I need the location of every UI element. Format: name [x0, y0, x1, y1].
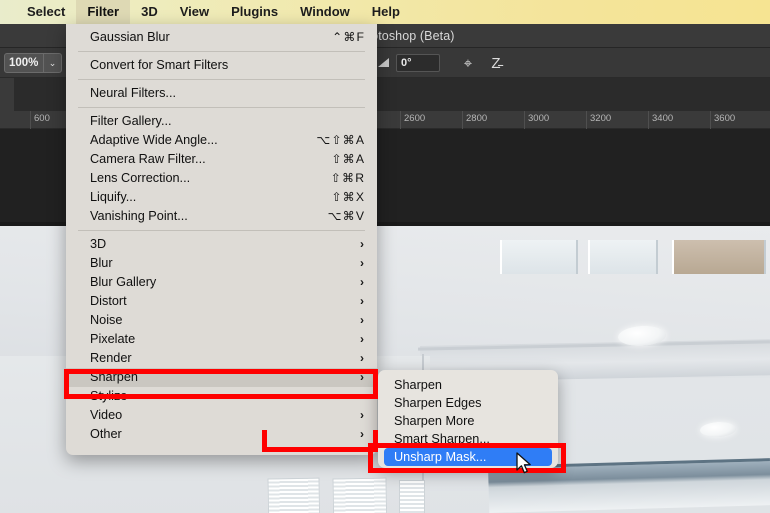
filter-menu-item-render[interactable]: Render ›: [66, 349, 377, 368]
filter-menu-item-blur-gallery[interactable]: Blur Gallery ›: [66, 273, 377, 292]
filter-menu-item-neural-filters[interactable]: Neural Filters...: [66, 84, 377, 103]
photo-blinds-3: [399, 480, 425, 513]
annotation-box-unsharp-mask: [368, 443, 566, 473]
filter-menu-item-gaussian-blur[interactable]: Gaussian Blur ⌃⌘F: [66, 28, 377, 47]
menubar-item-help[interactable]: Help: [361, 0, 411, 24]
menubar-item-view[interactable]: View: [169, 0, 220, 24]
angle-icon: [378, 58, 389, 67]
menu-item-label: Video: [90, 408, 123, 422]
ruler-label: 600: [34, 113, 50, 124]
ruler-label: 3400: [652, 113, 674, 124]
chevron-right-icon: ›: [360, 275, 364, 289]
filter-menu-item-noise[interactable]: Noise ›: [66, 311, 377, 330]
photo-blinds-2: [332, 477, 388, 513]
menu-item-label: 3D: [90, 237, 107, 251]
chevron-right-icon: ›: [360, 237, 364, 251]
menubar-item-select[interactable]: Select: [16, 0, 76, 24]
photo-window-pane-2: [588, 240, 658, 274]
chevron-right-icon: ›: [360, 313, 364, 327]
filter-menu-item-vanishing-point[interactable]: Vanishing Point... ⌥⌘V: [66, 207, 377, 226]
zoom-level-value: 100%: [9, 57, 39, 69]
menubar-item-filter[interactable]: Filter: [76, 0, 131, 24]
chevron-right-icon: ›: [360, 256, 364, 270]
menubar-item-3d[interactable]: 3D: [130, 0, 169, 24]
menubar-item-window[interactable]: Window: [289, 0, 361, 24]
ruler-label: 3600: [714, 113, 736, 124]
butterfly-tool-icon[interactable]: Ζ̵: [486, 54, 506, 74]
filter-menu-item-pixelate[interactable]: Pixelate ›: [66, 330, 377, 349]
chevron-right-icon: ›: [360, 408, 364, 422]
chevron-down-icon[interactable]: ⌄: [43, 54, 61, 72]
filter-menu-item-liquify[interactable]: Liquify... ⇧⌘X: [66, 188, 377, 207]
ruler-label: 2600: [404, 113, 426, 124]
filter-menu-item-adaptive-wide-angle[interactable]: Adaptive Wide Angle... ⌥⇧⌘A: [66, 131, 377, 150]
menu-item-label: Pixelate: [90, 332, 136, 346]
zoom-level-field[interactable]: 100% ⌄: [4, 53, 62, 73]
menu-item-shortcut: ⇧⌘A: [331, 152, 365, 166]
menu-item-label: Distort: [90, 294, 127, 308]
mouse-cursor-icon: [516, 452, 531, 474]
menu-item-label: Lens Correction...: [90, 171, 191, 185]
annotation-box-connector: [262, 430, 378, 452]
menu-bar[interactable]: Select Filter 3D View Plugins Window Help: [0, 0, 770, 24]
target-tool-icon[interactable]: ⌖: [458, 54, 478, 74]
filter-menu-item-blur[interactable]: Blur ›: [66, 254, 377, 273]
sharpen-submenu-item-sharpen[interactable]: Sharpen: [378, 376, 558, 394]
filter-menu-item-distort[interactable]: Distort ›: [66, 292, 377, 311]
menu-separator: [78, 230, 365, 231]
photo-window-pane-1: [500, 240, 578, 274]
menubar-item-plugins[interactable]: Plugins: [220, 0, 289, 24]
filter-menu-item-3d[interactable]: 3D ›: [66, 235, 377, 254]
menu-item-label: Filter Gallery...: [90, 114, 172, 128]
ruler-label: 2800: [466, 113, 488, 124]
sharpen-submenu-item-sharpen-edges[interactable]: Sharpen Edges: [378, 394, 558, 412]
menu-item-label: Camera Raw Filter...: [90, 152, 206, 166]
photo-recessed-light-2: [699, 421, 737, 438]
menu-item-label: Liquify...: [90, 190, 137, 204]
chevron-right-icon: ›: [360, 351, 364, 365]
menu-item-label: Vanishing Point...: [90, 209, 188, 223]
filter-menu-item-camera-raw-filter[interactable]: Camera Raw Filter... ⇧⌘A: [66, 150, 377, 169]
menu-separator: [78, 107, 365, 108]
menu-item-label: Noise: [90, 313, 123, 327]
ruler-label: 3000: [528, 113, 550, 124]
menu-item-label: Other: [90, 427, 122, 441]
menu-separator: [78, 79, 365, 80]
angle-field[interactable]: 0°: [396, 54, 440, 72]
menu-item-shortcut: ⇧⌘R: [330, 171, 365, 185]
menu-item-shortcut: ⌃⌘F: [332, 30, 365, 44]
menu-item-label: Neural Filters...: [90, 86, 177, 100]
filter-menu-item-convert-for-smart-filters[interactable]: Convert for Smart Filters: [66, 56, 377, 75]
menu-item-label: Blur: [90, 256, 113, 270]
menu-item-shortcut: ⌥⌘V: [327, 209, 365, 223]
menu-item-label: Convert for Smart Filters: [90, 58, 229, 72]
filter-menu-item-filter-gallery[interactable]: Filter Gallery...: [66, 112, 377, 131]
photo-window-pane-3: [672, 240, 766, 274]
menu-item-shortcut: ⌥⇧⌘A: [316, 133, 365, 147]
menu-item-label: Adaptive Wide Angle...: [90, 133, 218, 147]
menu-item-label: Blur Gallery: [90, 275, 157, 289]
ruler-label: 3200: [590, 113, 612, 124]
filter-menu-item-lens-correction[interactable]: Lens Correction... ⇧⌘R: [66, 169, 377, 188]
photoshop-window: Adobe Photoshop (Beta) 100% ⌄ 0° ⌖ Ζ̵ 60…: [0, 0, 770, 513]
sharpen-submenu-item-sharpen-more[interactable]: Sharpen More: [378, 412, 558, 430]
chevron-right-icon: ›: [360, 294, 364, 308]
chevron-right-icon: ›: [360, 332, 364, 346]
filter-menu-item-video[interactable]: Video ›: [66, 406, 377, 425]
menu-item-label: Render: [90, 351, 132, 365]
annotation-box-sharpen: [64, 369, 378, 399]
photo-blinds-1: [267, 477, 321, 513]
menu-item-label: Gaussian Blur: [90, 30, 170, 44]
menu-item-shortcut: ⇧⌘X: [331, 190, 365, 204]
menu-separator: [78, 51, 365, 52]
